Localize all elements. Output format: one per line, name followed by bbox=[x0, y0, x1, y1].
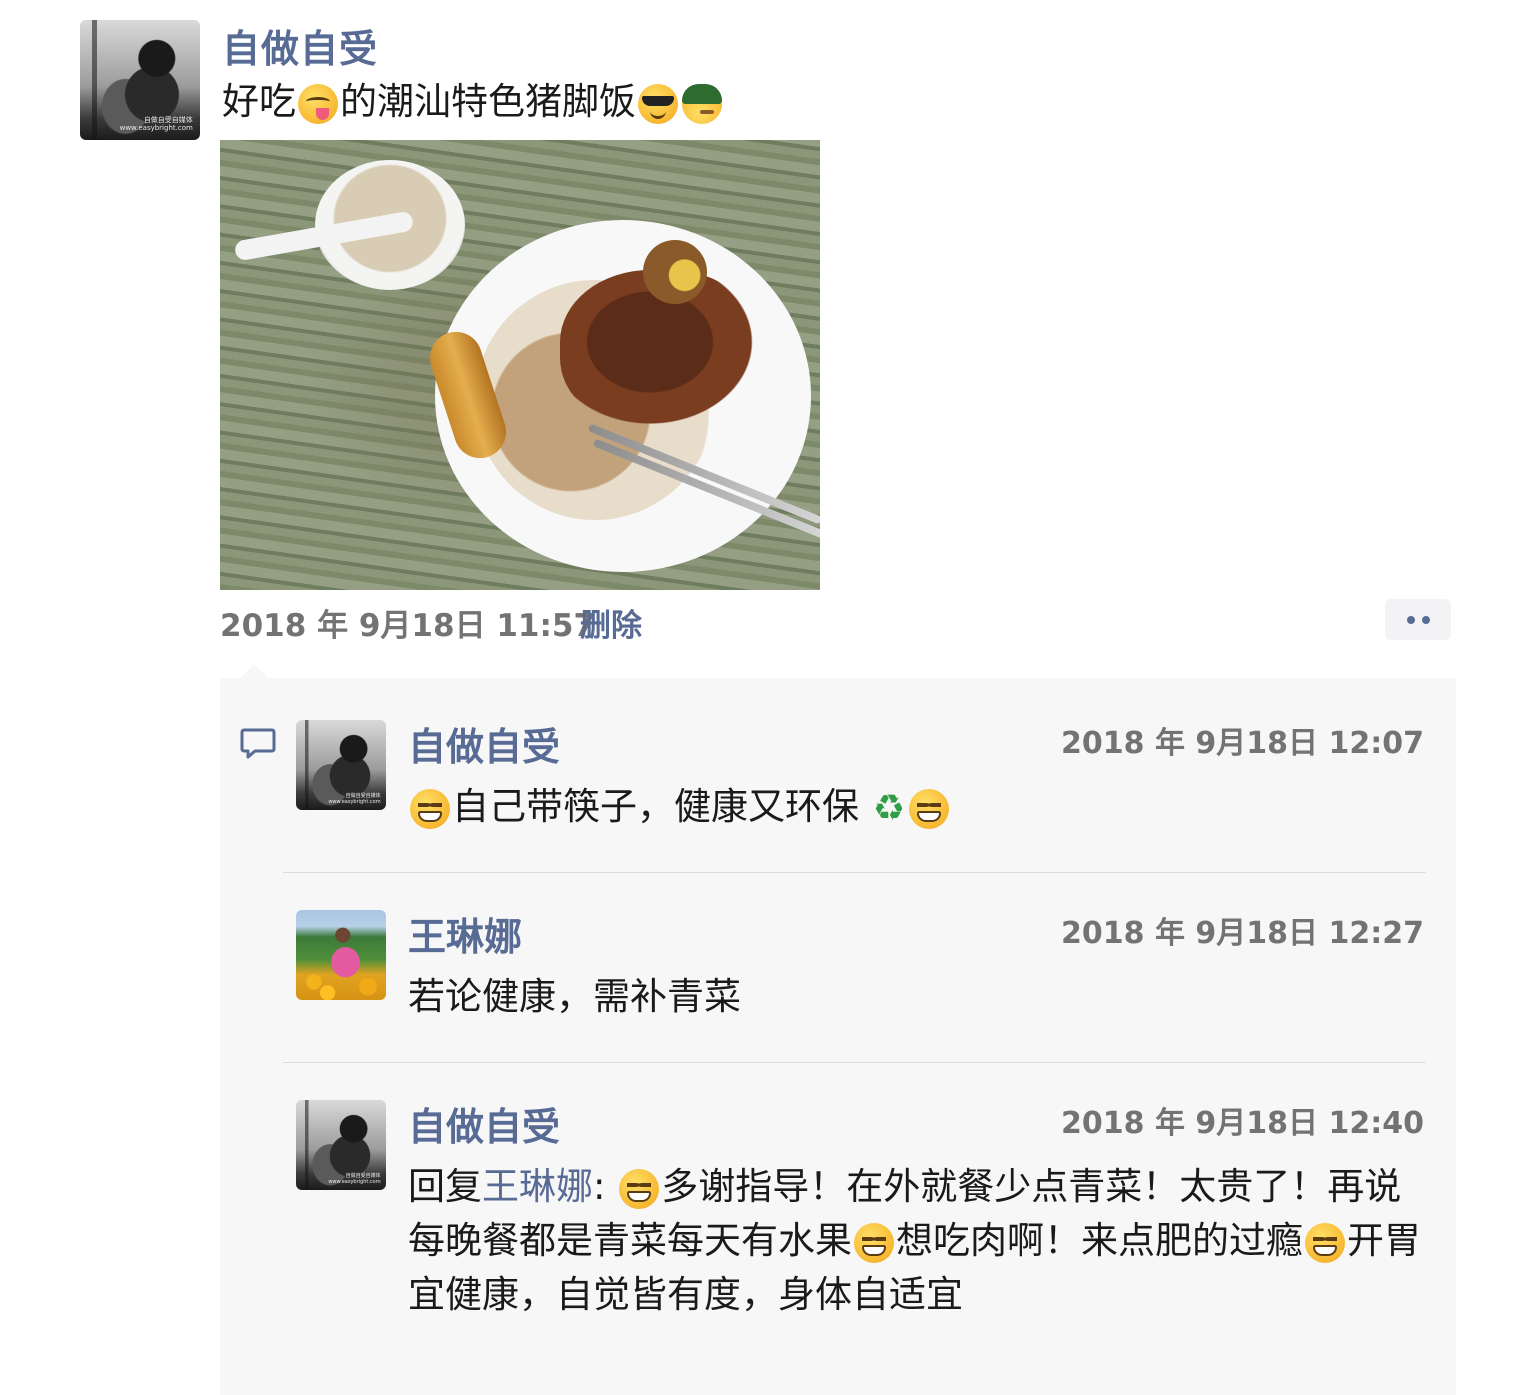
more-actions-button[interactable] bbox=[1385, 599, 1451, 640]
recycle-emoji-icon: ♻ bbox=[872, 787, 906, 829]
post-timestamp: 2018 年 9月18日 11:57 bbox=[220, 608, 596, 644]
grin-emoji-icon bbox=[909, 788, 950, 829]
post-author-avatar[interactable]: 自做自受自媒体 www.easybright.com bbox=[80, 20, 200, 140]
post-text-part1: 好吃 bbox=[222, 80, 296, 123]
comment-avatar[interactable] bbox=[296, 910, 386, 1000]
comment-author[interactable]: 自做自受 bbox=[408, 716, 560, 771]
comment-author[interactable]: 自做自受 bbox=[408, 1096, 560, 1151]
reply-to-user-link[interactable]: 王琳娜 bbox=[482, 1165, 593, 1208]
post-text-part2: 的潮汕特色猪脚饭 bbox=[340, 80, 636, 123]
delete-button[interactable]: 删除 bbox=[580, 600, 642, 645]
post-text: 好吃 的潮汕特色猪脚饭 bbox=[222, 78, 724, 126]
comments-panel-caret bbox=[240, 664, 268, 678]
grin-emoji-icon bbox=[1305, 1222, 1345, 1263]
comment-text-part: 想吃肉啊！来点肥的过瘾 bbox=[896, 1219, 1303, 1262]
comment-timestamp: 2018 年 9月18日 12:40 bbox=[1061, 1106, 1424, 1141]
more-dot-icon bbox=[1406, 615, 1415, 624]
comment-author[interactable]: 王琳娜 bbox=[408, 906, 522, 961]
more-dot-icon bbox=[1421, 615, 1430, 624]
comment-divider bbox=[283, 1062, 1426, 1063]
comment-bubble-icon bbox=[240, 728, 276, 759]
comment-avatar[interactable]: 自做自受自媒体 www.easybright.com bbox=[296, 1100, 386, 1190]
avatar-watermark: 自做自受自媒体 www.easybright.com bbox=[328, 1172, 381, 1185]
reply-prefix: 回复 bbox=[408, 1165, 482, 1208]
comment-text-part: 若论健康，需补青菜 bbox=[408, 975, 741, 1018]
avatar-watermark: 自做自受自媒体 www.easybright.com bbox=[328, 792, 381, 805]
avatar-watermark: 自做自受自媒体 www.easybright.com bbox=[119, 116, 193, 133]
grin-emoji-icon bbox=[854, 1222, 894, 1263]
cap-emoji-icon bbox=[682, 83, 722, 124]
grin-emoji-icon bbox=[410, 788, 450, 829]
yum-emoji-icon bbox=[298, 83, 338, 124]
reply-colon: : bbox=[593, 1165, 606, 1208]
photo-egg bbox=[643, 240, 707, 304]
comment-text: 回复王琳娜: 多谢指导！在外就餐少点青菜！太贵了！再说每晚餐都是青菜每天有水果想… bbox=[408, 1160, 1432, 1322]
comment-text: 若论健康，需补青菜 bbox=[408, 970, 1428, 1024]
comment-text: 自己带筷子，健康又环保 ♻ bbox=[408, 780, 1428, 834]
sunglasses-emoji-icon bbox=[638, 83, 678, 124]
grin-emoji-icon bbox=[619, 1168, 660, 1209]
comment-timestamp: 2018 年 9月18日 12:27 bbox=[1061, 916, 1424, 951]
comment-avatar[interactable]: 自做自受自媒体 www.easybright.com bbox=[296, 720, 386, 810]
comment-timestamp: 2018 年 9月18日 12:07 bbox=[1061, 726, 1424, 761]
comment-divider bbox=[283, 872, 1426, 873]
comment-text-part: 自己带筷子，健康又环保 bbox=[452, 785, 859, 828]
post-author-name[interactable]: 自做自受 bbox=[222, 18, 378, 73]
post-photo[interactable] bbox=[220, 140, 820, 590]
